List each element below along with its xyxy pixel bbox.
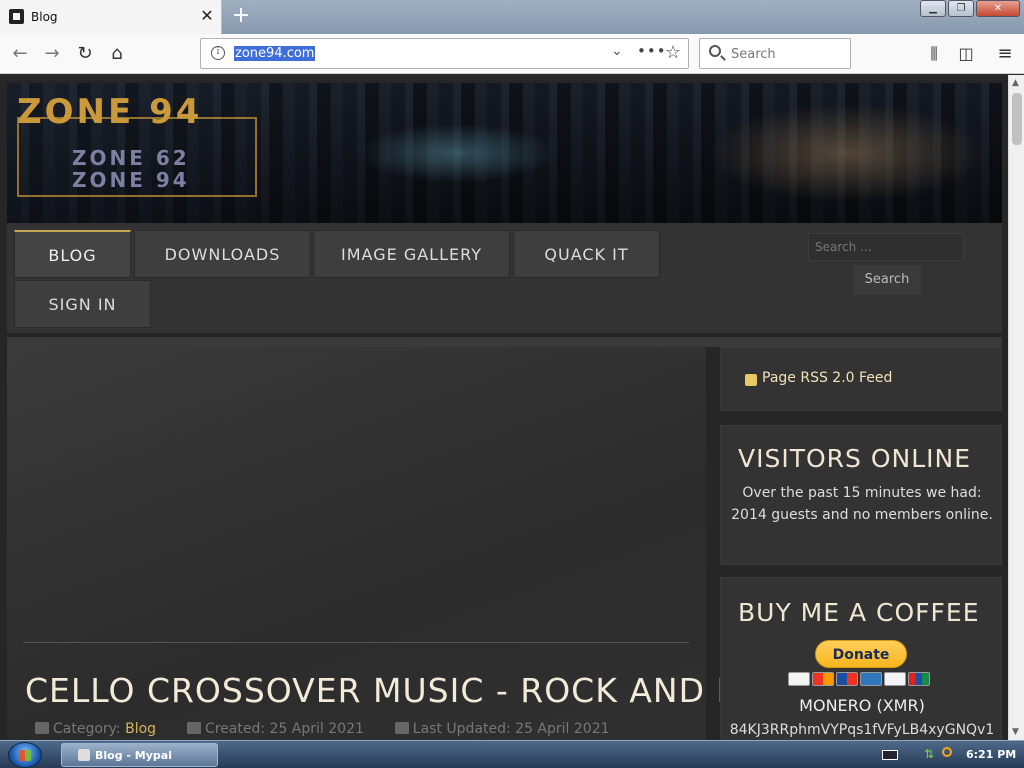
divider [23, 642, 689, 643]
sidebar-toggle-icon[interactable]: ◫ [954, 42, 978, 66]
logo-text-sub1: ZONE 62 [72, 146, 190, 170]
url-text[interactable]: zone94.com [234, 46, 316, 61]
window-controls: ▁ ❐ ✕ [920, 0, 1020, 17]
browser-search-placeholder: Search [731, 47, 776, 62]
page-actions-icon[interactable]: ••• [637, 42, 667, 60]
window-close-button[interactable]: ✕ [976, 0, 1020, 17]
logo-text-sub2: ZONE 94 [72, 168, 190, 192]
site-search-input[interactable]: Search ... [808, 233, 964, 261]
tab-title: Blog [31, 10, 58, 24]
site-logo[interactable]: ZONE 94 ZONE 62 ZONE 94 [17, 95, 257, 197]
tab-close-icon[interactable]: ✕ [199, 6, 215, 25]
updated-date: Last Updated: 25 April 2021 [412, 721, 610, 737]
buy-me-coffee-box: BUY ME A COFFEE Donate MONERO (XMR) 84KJ… [720, 577, 1002, 740]
category-link[interactable]: Blog [125, 721, 156, 737]
keyboard-icon[interactable] [882, 750, 898, 760]
site-info-icon[interactable]: i [211, 46, 225, 60]
menu-item-quack-it[interactable]: QUACK IT [513, 230, 660, 278]
browser-search-input[interactable]: Search [699, 38, 851, 69]
maestro-icon [836, 672, 858, 686]
visitors-online-box: VISITORS ONLINE Over the past 15 minutes… [720, 425, 1002, 565]
discover-icon [884, 672, 906, 686]
site-menu: BLOG DOWNLOADS IMAGE GALLERY QUACK IT SI… [7, 223, 1002, 333]
scroll-down-icon[interactable]: ▼ [1012, 727, 1019, 737]
rss-feed-box: Page RSS 2.0 Feed [720, 347, 1002, 411]
scroll-up-icon[interactable]: ▲ [1012, 78, 1019, 88]
taskbar-clock[interactable]: 6:21 PM [966, 748, 1016, 761]
article-title[interactable]: CELLO CROSSOVER MUSIC - ROCK AND METAL [25, 671, 829, 710]
menu-item-downloads[interactable]: DOWNLOADS [134, 230, 311, 278]
network-icon[interactable]: ⇅ [924, 747, 936, 761]
site-favicon-icon [9, 9, 24, 24]
browser-app-icon [78, 749, 90, 761]
search-icon [709, 45, 721, 57]
payment-cards [788, 672, 930, 686]
browser-tab-bar: Blog ✕ + ▁ ❐ ✕ [0, 0, 1024, 34]
start-button[interactable] [8, 742, 42, 768]
back-arrow-icon[interactable]: ← [8, 42, 32, 66]
unionpay-icon [908, 672, 930, 686]
visitors-text: Over the past 15 minutes we had: 2014 gu… [731, 485, 993, 523]
menu-item-image-gallery[interactable]: IMAGE GALLERY [313, 230, 510, 278]
browser-tab-blog[interactable]: Blog ✕ [0, 0, 222, 34]
coffee-title: BUY ME A COFFEE [738, 598, 980, 627]
new-tab-button[interactable]: + [230, 3, 252, 28]
reload-icon[interactable]: ↻ [73, 42, 97, 66]
taskbar-item-mypal[interactable]: Blog - Mypal [61, 743, 218, 767]
url-bar[interactable]: i zone94.com ⌄ ••• ☆ [200, 38, 689, 69]
divider [7, 337, 1002, 347]
rss-icon [745, 374, 757, 386]
calendar-icon [394, 722, 409, 734]
forward-arrow-icon[interactable]: → [40, 42, 64, 66]
browser-nav-bar: ← → ↻ ⌂ i zone94.com ⌄ ••• ☆ Search ⫼ ◫ … [0, 34, 1024, 74]
maximize-button[interactable]: ❐ [948, 0, 974, 17]
menu-item-sign-in[interactable]: SIGN IN [14, 280, 151, 328]
library-icon[interactable]: ⫼ [922, 42, 946, 66]
calendar-icon [186, 722, 201, 734]
minimize-button[interactable]: ▁ [920, 0, 946, 17]
page-viewport: ZONE 94 ZONE 62 ZONE 94 BLOG DOWNLOADS I… [0, 75, 1008, 740]
tray-search-icon[interactable] [942, 747, 952, 757]
home-icon[interactable]: ⌂ [105, 42, 129, 66]
bookmark-star-icon[interactable]: ☆ [665, 42, 681, 63]
created-date: Created: 25 April 2021 [204, 721, 364, 737]
visitors-title: VISITORS ONLINE [738, 444, 972, 473]
taskbar: Blog - Mypal ⇅ 6:21 PM [0, 740, 1024, 768]
donate-button[interactable]: Donate [815, 640, 907, 668]
header-banner: ZONE 94 ZONE 62 ZONE 94 [7, 83, 1002, 223]
site-search-button[interactable]: Search [853, 265, 921, 295]
mastercard-icon [812, 672, 834, 686]
monero-label: MONERO (XMR) [799, 696, 925, 715]
page-scrollbar[interactable]: ▲ ▼ [1008, 75, 1024, 740]
article-meta: Category: Blog Created: 25 April 2021 La… [35, 721, 610, 737]
taskbar-item-label: Blog - Mypal [95, 749, 172, 762]
rss-feed-link[interactable]: Page RSS 2.0 Feed [762, 370, 892, 386]
hamburger-menu-icon[interactable]: ≡ [993, 42, 1017, 66]
folder-icon [35, 722, 49, 734]
scrollbar-thumb[interactable] [1012, 93, 1022, 145]
menu-item-blog[interactable]: BLOG [14, 230, 131, 278]
amex-icon [860, 672, 882, 686]
main-content: CELLO CROSSOVER MUSIC - ROCK AND METAL C… [7, 347, 828, 740]
category-label: Category: [53, 721, 121, 737]
visa-icon [788, 672, 810, 686]
chevron-down-icon[interactable]: ⌄ [611, 43, 623, 59]
monero-address[interactable]: 84KJ3RRphmVYPqs1fVFyLB4xyGNQv1 [721, 722, 1003, 738]
